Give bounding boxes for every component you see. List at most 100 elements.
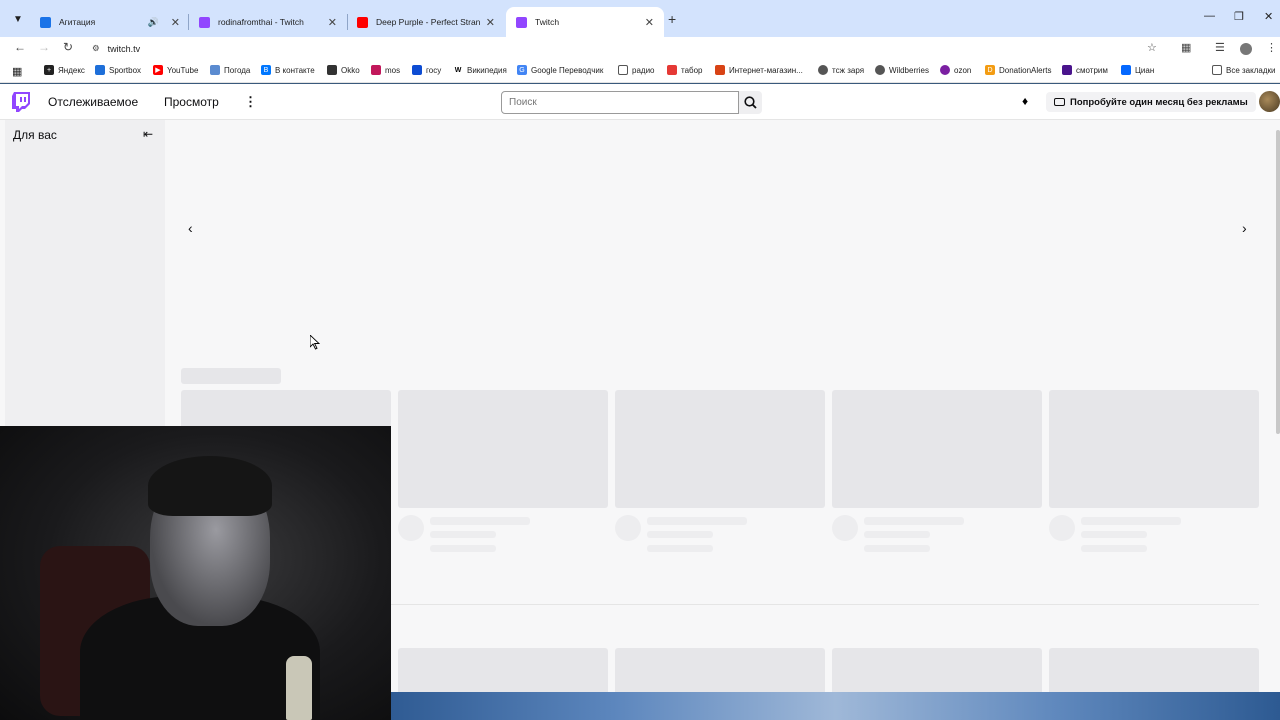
tab-twitch[interactable]: Twitch ✕	[506, 7, 664, 37]
audio-icon[interactable]: 🔊	[148, 17, 159, 28]
tabor-icon	[667, 65, 677, 75]
bookmark-tszh-zarya[interactable]: тсж заря	[818, 65, 864, 75]
text-placeholder	[647, 545, 713, 552]
back-button[interactable]: ←	[14, 40, 26, 54]
site-info-icon[interactable]: ⚙	[92, 43, 100, 54]
weather-icon	[210, 65, 220, 75]
close-icon[interactable]: ✕	[645, 16, 654, 29]
bookmark-cian[interactable]: Циан	[1121, 65, 1154, 75]
mouse-cursor-icon	[310, 335, 320, 350]
person-hair	[148, 456, 272, 516]
bookmark-ozon[interactable]: ozon	[940, 65, 971, 75]
bookmark-internet-shop[interactable]: Интернет-магазин...	[715, 65, 803, 75]
twitch-logo-icon[interactable]	[12, 92, 30, 112]
bookmark-okko[interactable]: Okko	[327, 65, 360, 75]
bookmark-favicon-icon	[95, 65, 105, 75]
bookmark-google-translate[interactable]: G Google Переводчик	[517, 65, 603, 75]
text-placeholder	[430, 531, 496, 538]
turbo-promo-button[interactable]: Попробуйте один месяц без рекламы	[1046, 92, 1256, 112]
bookmark-folder-radio[interactable]: радио	[618, 65, 654, 75]
reload-button[interactable]: ↻	[63, 40, 73, 54]
smotrim-icon	[1062, 65, 1072, 75]
bookmark-donationalerts[interactable]: D DonationAlerts	[985, 65, 1051, 75]
user-avatar[interactable]	[1259, 91, 1280, 112]
bookmark-gosu[interactable]: госу	[412, 65, 441, 75]
address-bar[interactable]: ⚙ twitch.tv	[84, 38, 1170, 59]
more-menu-icon[interactable]: ⋮	[244, 94, 257, 110]
bookmark-star-icon[interactable]: ☆	[1147, 41, 1157, 54]
wikipedia-icon: W	[453, 65, 463, 75]
bookmark-youtube[interactable]: ▶ YouTube	[153, 65, 198, 75]
bookmark-wikipedia[interactable]: W Википедия	[453, 65, 507, 75]
mos-icon	[371, 65, 381, 75]
bookmark-wildberries[interactable]: Wildberries	[875, 65, 929, 75]
bookmark-sportbox[interactable]: Sportbox	[95, 65, 141, 75]
stream-card-placeholder	[1049, 390, 1259, 508]
youtube-favicon-icon	[357, 16, 368, 28]
tab-agitation[interactable]: Агитация 🔊 ✕	[30, 7, 190, 37]
new-tab-button[interactable]: +	[668, 11, 676, 27]
bookmark-label: Wildberries	[889, 65, 930, 75]
text-placeholder	[430, 517, 530, 525]
carousel-prev-button[interactable]: ‹	[188, 220, 193, 236]
folder-icon	[1212, 65, 1222, 75]
text-placeholder	[864, 517, 964, 525]
all-bookmarks-folder[interactable]: Все закладки	[1212, 65, 1275, 75]
bookmark-smotrim[interactable]: смотрим	[1062, 65, 1108, 75]
twitch-top-nav: Отслеживаемое Просмотр ⋮ ♦ Попробуйте од…	[0, 84, 1280, 120]
bookmark-label: ozon	[954, 65, 972, 75]
url-text: twitch.tv	[107, 43, 141, 54]
text-placeholder	[647, 517, 747, 525]
tab-favicon-icon	[40, 16, 51, 28]
text-placeholder	[864, 545, 930, 552]
avatar-placeholder	[1049, 515, 1075, 541]
carousel-next-button[interactable]: ›	[1242, 220, 1247, 236]
close-icon[interactable]: ✕	[486, 16, 495, 29]
tab-search-button[interactable]: ▼	[8, 9, 28, 29]
bookmarks-bar: ▦ + Яндекс Sportbox ▶ YouTube Погода В В ко…	[0, 61, 1280, 83]
close-icon[interactable]: ✕	[171, 16, 180, 29]
screen: ▼ Агитация 🔊 ✕ rodinafromthai - Twitch ✕…	[0, 0, 1280, 720]
bookmark-label: Google Переводчик	[531, 65, 604, 75]
avatar-placeholder	[398, 515, 424, 541]
forward-button[interactable]: →	[38, 40, 50, 54]
bookmark-vk[interactable]: В В контакте	[261, 65, 315, 75]
bookmark-yandex[interactable]: + Яндекс	[44, 65, 85, 75]
section-title-placeholder	[181, 368, 281, 384]
minimize-button[interactable]: —	[1204, 10, 1215, 22]
bookmark-label: табор	[681, 65, 703, 75]
nav-browse[interactable]: Просмотр	[164, 95, 219, 109]
apps-grid-icon[interactable]: ▦	[12, 65, 22, 78]
restore-button[interactable]: ❐	[1234, 10, 1244, 23]
prime-crown-icon[interactable]: ♦	[1022, 94, 1028, 108]
bookmark-label: тсж заря	[832, 65, 865, 75]
donationalerts-icon: D	[985, 65, 995, 75]
stream-card-placeholder	[832, 390, 1042, 508]
bookmark-favicon-icon: +	[44, 65, 54, 75]
extensions-icon[interactable]: ▦	[1181, 41, 1191, 54]
tab-deep-purple[interactable]: Deep Purple - Perfect Strangers ✕	[347, 7, 505, 37]
nav-following[interactable]: Отслеживаемое	[48, 95, 138, 109]
collapse-sidebar-icon[interactable]: ⇤	[143, 127, 153, 141]
search-button[interactable]	[739, 91, 762, 114]
bookmark-label: Интернет-магазин...	[729, 65, 803, 75]
search-icon	[744, 96, 757, 109]
text-placeholder	[430, 545, 496, 552]
page-scrollbar[interactable]	[1276, 130, 1280, 434]
menu-icon[interactable]: ⋮	[1266, 41, 1277, 54]
section-divider	[391, 604, 1259, 605]
twitch-favicon-icon	[516, 16, 527, 28]
bookmark-weather[interactable]: Погода	[210, 65, 250, 75]
sidebar-title: Для вас	[13, 128, 57, 142]
window-close-button[interactable]: ✕	[1264, 10, 1273, 23]
stream-card-placeholder	[615, 390, 825, 508]
tab-rodinafromthai[interactable]: rodinafromthai - Twitch ✕	[189, 7, 347, 37]
globe-icon	[875, 65, 885, 75]
profile-avatar[interactable]	[1240, 43, 1252, 55]
bookmark-tabor[interactable]: табор	[667, 65, 703, 75]
close-icon[interactable]: ✕	[328, 16, 337, 29]
search-input[interactable]	[501, 91, 739, 114]
media-controls-icon[interactable]: ☰	[1215, 41, 1225, 54]
globe-icon	[818, 65, 828, 75]
bookmark-mos[interactable]: mos	[371, 65, 400, 75]
